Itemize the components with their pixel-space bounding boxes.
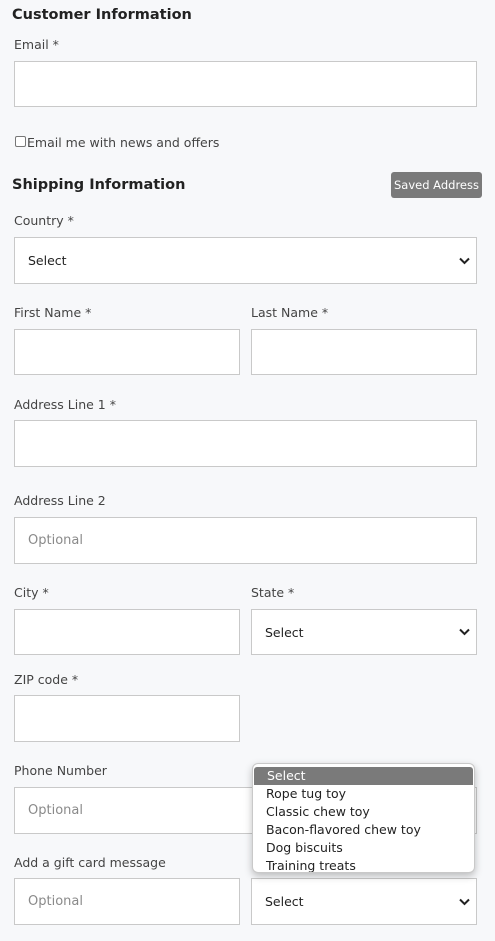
address2-input[interactable] xyxy=(14,517,477,564)
gift-item-select[interactable]: Select xyxy=(251,878,477,925)
zip-label: ZIP code * xyxy=(14,672,79,687)
dropdown-option[interactable]: Dog biscuits xyxy=(253,839,474,857)
last-name-input[interactable] xyxy=(251,329,477,375)
address1-input[interactable] xyxy=(14,420,477,467)
email-label: Email * xyxy=(14,37,59,52)
state-select[interactable]: Select xyxy=(251,609,477,655)
email-input[interactable] xyxy=(14,61,477,107)
dropdown-option[interactable]: Bacon-flavored chew toy xyxy=(253,821,474,839)
chevron-down-icon xyxy=(459,257,470,264)
city-input[interactable] xyxy=(14,609,240,655)
dropdown-option[interactable]: Training treats xyxy=(253,857,474,872)
first-name-input[interactable] xyxy=(14,329,240,375)
dropdown-option[interactable]: Rope tug toy xyxy=(253,785,474,803)
address2-label: Address Line 2 xyxy=(14,493,106,508)
country-select[interactable]: Select xyxy=(14,237,477,284)
chevron-down-icon xyxy=(459,628,470,636)
country-select-value: Select xyxy=(28,253,67,268)
last-name-label: Last Name * xyxy=(251,305,329,320)
newsletter-checkbox[interactable] xyxy=(15,136,26,147)
newsletter-label: Email me with news and offers xyxy=(27,135,220,150)
address1-label: Address Line 1 * xyxy=(14,397,116,412)
gift-message-input[interactable] xyxy=(14,878,240,925)
saved-address-button[interactable]: Saved Address xyxy=(391,172,482,198)
country-label: Country * xyxy=(14,213,74,228)
chevron-down-icon xyxy=(459,898,470,905)
customer-info-title: Customer Information xyxy=(12,7,192,23)
city-label: City * xyxy=(14,585,49,600)
zip-input[interactable] xyxy=(14,695,240,742)
state-label: State * xyxy=(251,585,295,600)
gift-message-label: Add a gift card message xyxy=(14,855,166,870)
dropdown-option[interactable]: Select xyxy=(254,767,473,785)
state-select-value: Select xyxy=(265,624,304,640)
first-name-label: First Name * xyxy=(14,305,92,320)
gift-item-select-value: Select xyxy=(265,894,304,909)
gift-item-dropdown[interactable]: Select Rope tug toy Classic chew toy Bac… xyxy=(252,763,475,873)
shipping-info-title: Shipping Information xyxy=(12,177,186,193)
phone-label: Phone Number xyxy=(14,763,107,778)
dropdown-option[interactable]: Classic chew toy xyxy=(253,803,474,821)
